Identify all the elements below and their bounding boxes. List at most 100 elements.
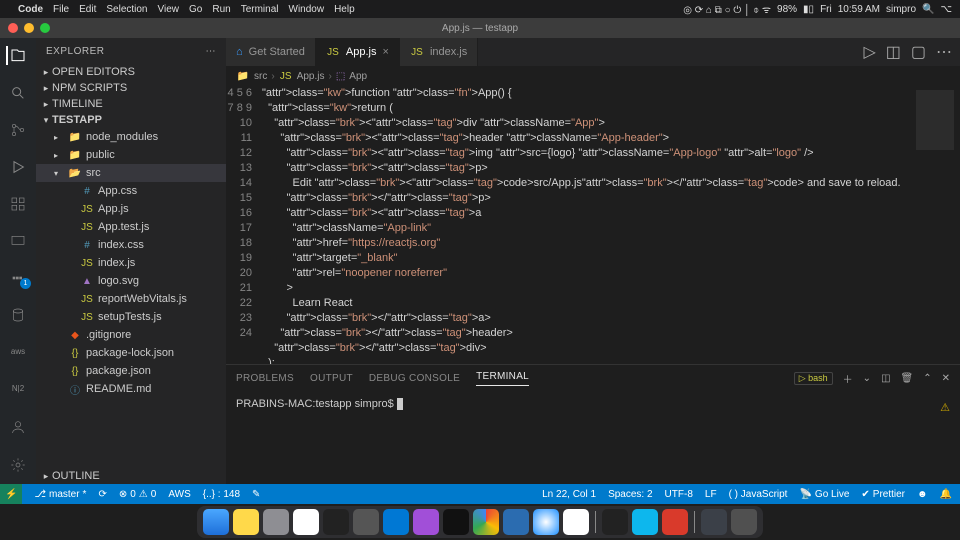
search-icon[interactable]: [7, 83, 29, 102]
split-icon[interactable]: ◫: [886, 42, 901, 62]
menu-app[interactable]: Code: [18, 4, 43, 15]
panel-tab-terminal[interactable]: TERMINAL: [476, 371, 529, 386]
explorer-icon[interactable]: [6, 46, 28, 65]
tree-item-README-md[interactable]: ⓘREADME.md: [36, 380, 226, 398]
dock-activity[interactable]: [602, 509, 628, 535]
close-panel-icon[interactable]: ✕: [942, 373, 950, 384]
dock-appletv[interactable]: [443, 509, 469, 535]
remote-icon[interactable]: [7, 231, 29, 250]
code-editor[interactable]: 4 5 6 7 8 9 10 11 12 13 14 15 16 17 18 1…: [226, 86, 960, 364]
dock-trash[interactable]: [731, 509, 757, 535]
status-problems[interactable]: ⊗ 0 ⚠ 0: [119, 489, 156, 500]
status-branch[interactable]: ⎇ master*: [34, 489, 86, 500]
dropdown-icon[interactable]: ⌄: [863, 373, 871, 384]
traffic-lights[interactable]: [0, 23, 50, 33]
tree-item-App-css[interactable]: #App.css: [36, 182, 226, 200]
status-position[interactable]: Ln 22, Col 1: [542, 489, 596, 500]
status-aws[interactable]: AWS: [168, 489, 190, 500]
section-project[interactable]: ▾TESTAPP: [36, 112, 226, 128]
dock-finder[interactable]: [203, 509, 229, 535]
dock-app1[interactable]: [503, 509, 529, 535]
close-tab-icon[interactable]: ×: [383, 46, 389, 58]
menu-run[interactable]: Run: [212, 4, 230, 15]
remote-indicator[interactable]: ⚡: [0, 484, 22, 504]
dock-vscode[interactable]: [383, 509, 409, 535]
status-encoding[interactable]: UTF-8: [665, 489, 693, 500]
more-icon[interactable]: ⋯: [936, 42, 952, 62]
tree-item-node_modules[interactable]: ▸📁node_modules: [36, 128, 226, 146]
dock-pages[interactable]: [563, 509, 589, 535]
tree-item-package-json[interactable]: {}package.json: [36, 362, 226, 380]
dock-terminal[interactable]: [323, 509, 349, 535]
status-bell-icon[interactable]: 🔔: [940, 489, 952, 500]
terminal[interactable]: PRABINS-MAC:testapp simpro$ ⚠: [226, 391, 960, 484]
tree-item-logo-svg[interactable]: ▲logo.svg: [36, 272, 226, 290]
dock-settings[interactable]: [353, 509, 379, 535]
split-terminal-icon[interactable]: ◫: [881, 373, 890, 384]
dock-docker[interactable]: [632, 509, 658, 535]
dock-launchpad[interactable]: [263, 509, 289, 535]
spotlight-icon[interactable]: 🔍: [922, 4, 934, 15]
tree-item-reportWebVitals-js[interactable]: JSreportWebVitals.js: [36, 290, 226, 308]
section-open-editors[interactable]: ▸OPEN EDITORS: [36, 64, 226, 80]
db-icon[interactable]: [7, 305, 29, 324]
macos-dock[interactable]: [197, 506, 763, 538]
tab-Get-Started[interactable]: ⌂Get Started: [226, 38, 316, 66]
debug-icon[interactable]: [7, 157, 29, 176]
panel-tab-output[interactable]: OUTPUT: [310, 373, 353, 384]
menu-edit[interactable]: Edit: [79, 4, 96, 15]
tree-item-App-test-js[interactable]: JSApp.test.js: [36, 218, 226, 236]
status-scope[interactable]: {..} : 148: [203, 489, 240, 500]
menu-file[interactable]: File: [53, 4, 69, 15]
more-icon[interactable]: ⋯: [206, 46, 217, 57]
menu-terminal[interactable]: Terminal: [241, 4, 279, 15]
settings-icon[interactable]: [7, 454, 29, 476]
aws-icon[interactable]: aws: [7, 342, 29, 361]
warning-icon[interactable]: ⚠: [940, 401, 950, 414]
dock-notes[interactable]: [233, 509, 259, 535]
section-outline[interactable]: ▸OUTLINE: [36, 468, 226, 484]
terminal-shell[interactable]: ▷ bash: [794, 372, 833, 385]
tree-item-App-js[interactable]: JSApp.js: [36, 200, 226, 218]
layout-icon[interactable]: ▢: [911, 42, 926, 62]
zoom-icon[interactable]: [40, 23, 50, 33]
tree-item-index-js[interactable]: JSindex.js: [36, 254, 226, 272]
maximize-panel-icon[interactable]: ⌃: [923, 373, 931, 384]
status-sync[interactable]: ⟳: [98, 489, 106, 500]
tab-App-js[interactable]: JSApp.js×: [316, 38, 400, 66]
status-feedback-icon[interactable]: ☻: [917, 489, 928, 500]
dock-calendar[interactable]: [293, 509, 319, 535]
tree-item--gitignore[interactable]: ◆.gitignore: [36, 326, 226, 344]
section-timeline[interactable]: ▸TIMELINE: [36, 96, 226, 112]
dock-app2[interactable]: [662, 509, 688, 535]
dock-folder[interactable]: [701, 509, 727, 535]
status-language[interactable]: ( ) JavaScript: [729, 489, 788, 500]
dock-podcast[interactable]: [413, 509, 439, 535]
tree-item-src[interactable]: ▾📂src: [36, 164, 226, 182]
menu-help[interactable]: Help: [334, 4, 355, 15]
docker-icon[interactable]: [7, 268, 29, 287]
panel-tab-debug[interactable]: DEBUG CONSOLE: [369, 373, 460, 384]
minimap[interactable]: [910, 86, 960, 364]
new-terminal-icon[interactable]: ＋: [843, 371, 853, 386]
menu-go[interactable]: Go: [189, 4, 202, 15]
section-npm[interactable]: ▸NPM SCRIPTS: [36, 80, 226, 96]
menu-view[interactable]: View: [158, 4, 180, 15]
dock-safari[interactable]: [533, 509, 559, 535]
extensions-icon[interactable]: [7, 194, 29, 213]
run-icon[interactable]: ▷: [863, 42, 875, 62]
code-content[interactable]: "attr">class="kw">function "attr">class=…: [262, 86, 960, 364]
menu-selection[interactable]: Selection: [106, 4, 147, 15]
menu-window[interactable]: Window: [289, 4, 325, 15]
tree-item-index-css[interactable]: #index.css: [36, 236, 226, 254]
minimize-icon[interactable]: [24, 23, 34, 33]
tab-index-js[interactable]: JSindex.js: [400, 38, 478, 66]
tree-item-setupTests-js[interactable]: JSsetupTests.js: [36, 308, 226, 326]
tree-item-package-lock-json[interactable]: {}package-lock.json: [36, 344, 226, 362]
close-icon[interactable]: [8, 23, 18, 33]
account-icon[interactable]: [7, 416, 29, 438]
status-eol[interactable]: LF: [705, 489, 717, 500]
status-spaces[interactable]: Spaces: 2: [608, 489, 652, 500]
panel-tab-problems[interactable]: PROBLEMS: [236, 373, 294, 384]
dock-chrome[interactable]: [473, 509, 499, 535]
